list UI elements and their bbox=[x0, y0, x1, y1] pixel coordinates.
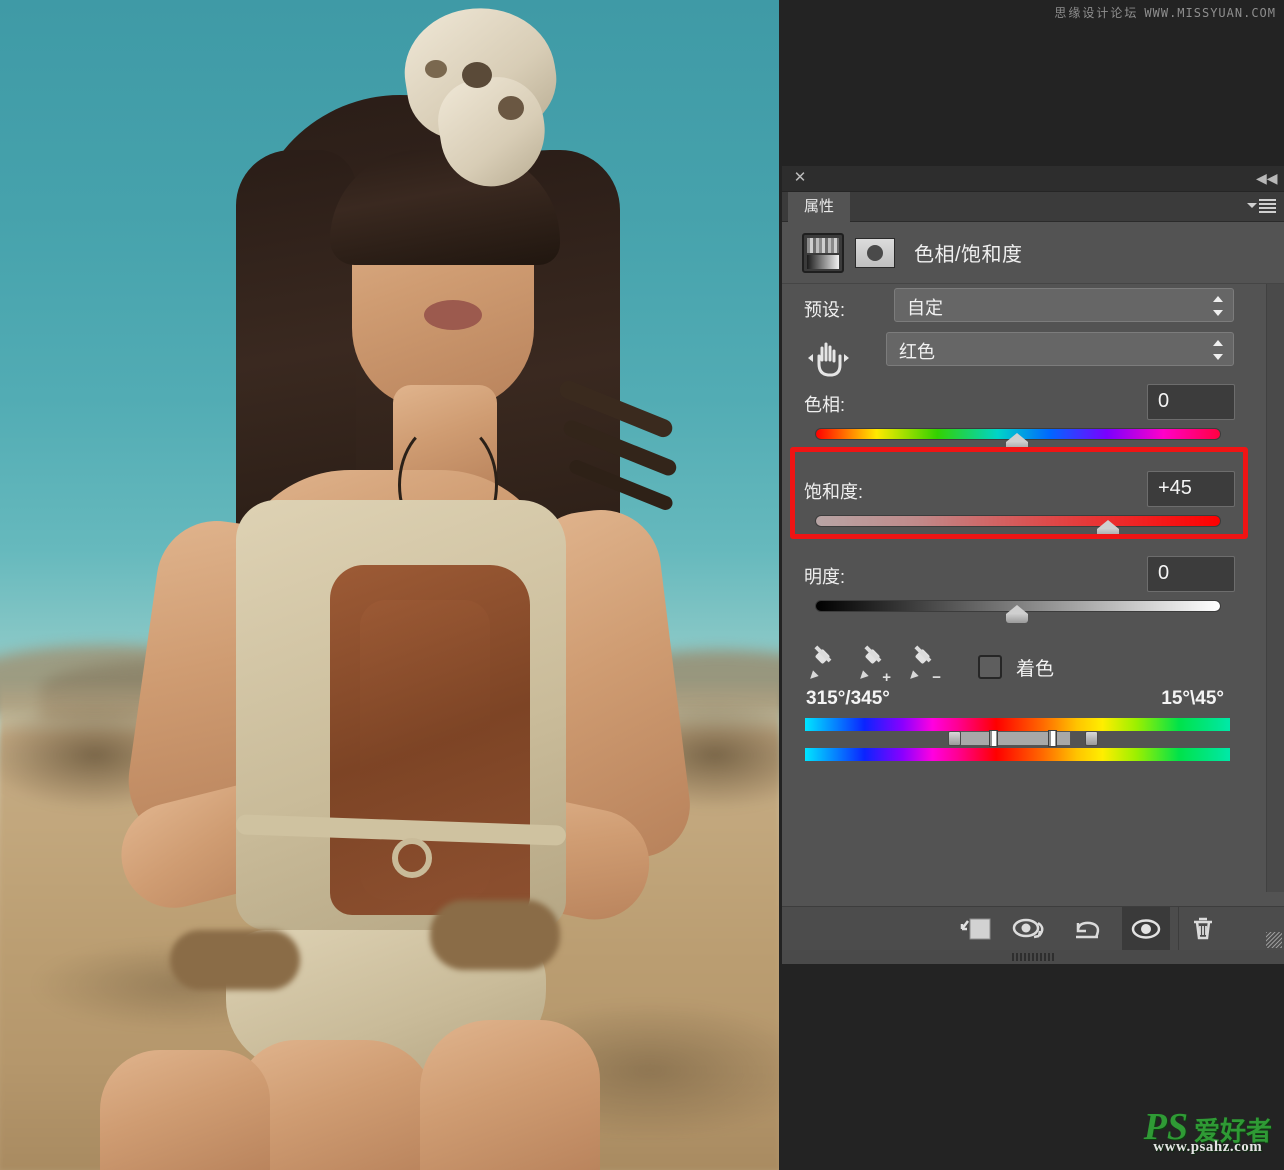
panel-titlebar: ✕ ◀◀ bbox=[782, 166, 1284, 192]
logo-url-text: www.psahz.com bbox=[1153, 1139, 1263, 1155]
adjustment-header: 色相/饱和度 bbox=[782, 222, 1284, 284]
channel-select[interactable]: 红色 bbox=[886, 332, 1234, 366]
toggle-previous-state-button[interactable] bbox=[1006, 907, 1054, 951]
panel-scrollbar[interactable] bbox=[1266, 284, 1284, 892]
lightness-value-input[interactable]: 0 bbox=[1147, 556, 1235, 592]
lightness-slider-thumb[interactable] bbox=[1006, 605, 1028, 623]
saturation-value: +45 bbox=[1158, 477, 1192, 499]
hue-slider-thumb[interactable] bbox=[1006, 433, 1028, 451]
preset-select[interactable]: 自定 bbox=[894, 288, 1234, 322]
watermark-top-cn: 思缘设计论坛 bbox=[1054, 6, 1139, 20]
panel-footer-toolbar bbox=[782, 906, 1284, 964]
watermark-top-url: WWW.MISSYUAN.COM bbox=[1144, 6, 1276, 20]
panel-tabstrip: 属性 bbox=[782, 192, 1284, 222]
saturation-label: 饱和度: bbox=[804, 482, 864, 502]
panel-body: 预设: 自定 红色 色相: 0 饱和度: +45 明度: 0 + − 着色 31… bbox=[782, 284, 1284, 892]
toggle-visibility-button[interactable] bbox=[1122, 907, 1170, 951]
eyedropper-sample-icon[interactable] bbox=[807, 645, 842, 684]
hue-label: 色相: bbox=[804, 395, 846, 415]
preset-label: 预设: bbox=[804, 300, 846, 320]
hue-range-left-label: 315°/345° bbox=[806, 688, 890, 709]
lightness-value: 0 bbox=[1158, 562, 1170, 584]
hue-value: 0 bbox=[1158, 390, 1170, 412]
hue-range-right-label: 15°\45° bbox=[1161, 688, 1224, 709]
properties-panel: ✕ ◀◀ 属性 色相/饱和度 预设: 自定 红色 色相: 0 饱和度: +45 … bbox=[782, 166, 1284, 964]
hue-value-input[interactable]: 0 bbox=[1147, 384, 1235, 420]
reset-button[interactable] bbox=[1062, 907, 1110, 951]
falloff-left-handle bbox=[948, 731, 961, 746]
delete-button[interactable] bbox=[1178, 907, 1226, 951]
saturation-slider-thumb[interactable] bbox=[1097, 520, 1119, 538]
hue-saturation-thumbnail-icon[interactable] bbox=[802, 233, 844, 273]
eyedropper-subtract-sign: − bbox=[932, 669, 941, 686]
collapse-panel-icon[interactable]: ◀◀ bbox=[1256, 170, 1278, 186]
canvas-photo bbox=[0, 0, 779, 1170]
channel-value: 红色 bbox=[899, 342, 935, 362]
panel-resize-handle[interactable] bbox=[1266, 932, 1282, 948]
colorize-checkbox[interactable] bbox=[978, 655, 1002, 679]
range-left-handle bbox=[989, 730, 998, 747]
clip-to-layer-button[interactable] bbox=[950, 907, 998, 951]
falloff-right-handle bbox=[1085, 731, 1098, 746]
watermark-top: 思缘设计论坛 WWW.MISSYUAN.COM bbox=[1054, 4, 1276, 21]
adjustment-title: 色相/饱和度 bbox=[914, 244, 1023, 266]
preset-value: 自定 bbox=[907, 298, 943, 318]
panel-menu-icon[interactable] bbox=[1246, 198, 1276, 216]
site-logo: PS 爱好者 www.psahz.com bbox=[1144, 1108, 1272, 1156]
panel-grip-handle[interactable] bbox=[782, 950, 1284, 964]
preset-spinner-icon bbox=[1213, 296, 1223, 316]
layer-mask-thumbnail-icon[interactable] bbox=[855, 238, 895, 268]
eyedropper-add-icon[interactable]: + bbox=[857, 645, 892, 686]
eyedropper-add-sign: + bbox=[882, 669, 891, 686]
eyedropper-subtract-icon[interactable]: − bbox=[907, 645, 942, 686]
tab-properties[interactable]: 属性 bbox=[788, 192, 851, 222]
colorize-label: 着色 bbox=[1016, 659, 1055, 680]
saturation-value-input[interactable]: +45 bbox=[1147, 471, 1235, 507]
channel-spinner-icon bbox=[1213, 340, 1223, 360]
lightness-label: 明度: bbox=[804, 567, 846, 587]
on-image-adjust-hand-icon[interactable] bbox=[806, 336, 850, 378]
close-icon[interactable]: ✕ bbox=[792, 170, 808, 186]
saturation-slider-track[interactable] bbox=[815, 515, 1221, 527]
range-right-handle bbox=[1048, 730, 1057, 747]
color-range-control[interactable] bbox=[805, 730, 1230, 750]
